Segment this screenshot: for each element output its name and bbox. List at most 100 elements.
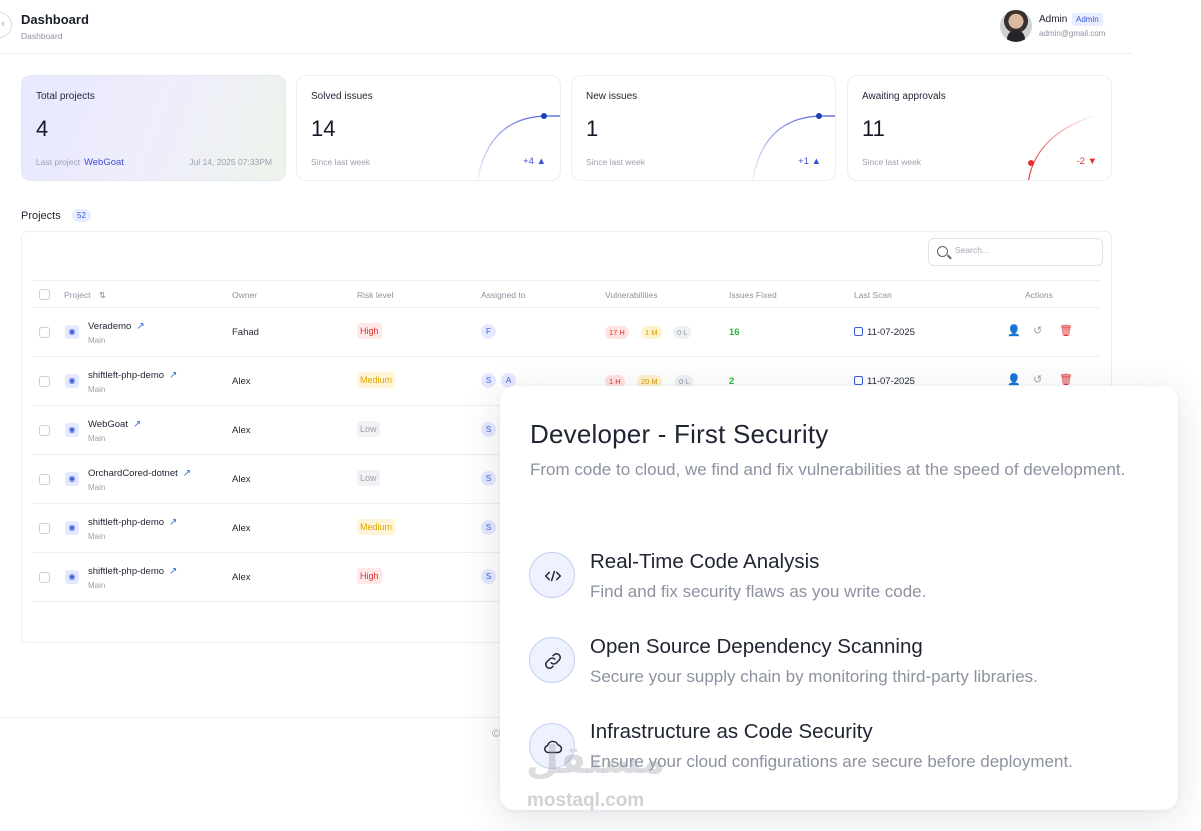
assign-user-icon[interactable]: 👤 bbox=[1007, 324, 1021, 337]
project-name[interactable]: shiftleft-php-demo ↗ bbox=[88, 370, 177, 381]
external-link-icon[interactable]: ↗ bbox=[169, 566, 177, 577]
external-link-icon[interactable]: ↗ bbox=[183, 468, 191, 479]
project-name[interactable]: shiftleft-php-demo ↗ bbox=[88, 566, 177, 577]
assignee-avatar[interactable]: S bbox=[481, 471, 496, 486]
row-checkbox[interactable] bbox=[39, 376, 50, 387]
stat-card-new-issues[interactable]: New issues 1 Since last week +1 ▲ bbox=[571, 75, 836, 181]
sort-icon[interactable]: ⇅ bbox=[99, 290, 106, 300]
project-name-text: WebGoat bbox=[88, 419, 128, 430]
stat-subtext: Since last week bbox=[862, 157, 922, 167]
stat-card-solved-issues[interactable]: Solved issues 14 Since last week +4 ▲ bbox=[296, 75, 561, 181]
project-name[interactable]: WebGoat ↗ bbox=[88, 419, 141, 430]
stat-value: 14 bbox=[311, 116, 336, 141]
github-icon: ◉ bbox=[65, 570, 79, 584]
project-branch: Main bbox=[88, 483, 106, 492]
chevron-left-icon: ‹ bbox=[1, 18, 5, 30]
avatar[interactable] bbox=[1000, 10, 1032, 42]
trend-arc-graphic bbox=[477, 113, 560, 180]
external-link-icon[interactable]: ↗ bbox=[169, 370, 177, 381]
page-title: Dashboard bbox=[21, 12, 89, 27]
risk-badge: High bbox=[357, 568, 382, 584]
risk-badge: Medium bbox=[357, 519, 396, 535]
project-name[interactable]: shiftleft-php-demo ↗ bbox=[88, 517, 177, 528]
stat-card-awaiting-approvals[interactable]: Awaiting approvals 11 Since last week -2… bbox=[847, 75, 1112, 181]
stat-delta-down: -2 ▼ bbox=[1076, 156, 1098, 167]
github-icon: ◉ bbox=[65, 521, 79, 535]
vuln-high-badge: 17 H bbox=[605, 326, 629, 339]
history-icon[interactable]: ↺ bbox=[1033, 373, 1042, 386]
watermark-arabic: مستقل bbox=[526, 738, 665, 782]
project-name-text: shiftleft-php-demo bbox=[88, 517, 165, 528]
search-box[interactable] bbox=[928, 238, 1103, 266]
select-all-checkbox[interactable] bbox=[39, 289, 50, 300]
col-risk: Risk level bbox=[357, 290, 394, 300]
col-project[interactable]: Project ⇅ bbox=[64, 290, 106, 301]
table-header: Project ⇅ Owner Risk level Assigned to V… bbox=[32, 280, 1100, 308]
assignee-avatar[interactable]: S bbox=[481, 569, 496, 584]
sidebar-toggle-button[interactable]: ‹ bbox=[0, 12, 12, 38]
vuln-medium-badge: 1 M bbox=[641, 326, 662, 339]
external-link-icon[interactable]: ↗ bbox=[136, 321, 144, 332]
breadcrumb[interactable]: Dashboard bbox=[21, 31, 63, 41]
col-vulnerabilities: Vulnerabilities bbox=[605, 290, 658, 300]
last-project-label: Last project bbox=[36, 157, 80, 167]
assignee-avatar[interactable]: F bbox=[481, 324, 496, 339]
role-badge: Admin bbox=[1072, 13, 1103, 26]
owner-name: Alex bbox=[232, 572, 251, 583]
stat-delta-up: +4 ▲ bbox=[523, 156, 546, 167]
col-last-scan: Last Scan bbox=[854, 290, 892, 300]
link-icon bbox=[529, 637, 575, 683]
last-project-date: Jul 14, 2025 07:33PM bbox=[189, 157, 272, 167]
stat-value: 1 bbox=[586, 116, 599, 141]
stat-card-total-projects[interactable]: Total projects 4 Last project WebGoat Jul… bbox=[21, 75, 286, 181]
stat-label: Awaiting approvals bbox=[862, 91, 946, 102]
stat-label: Solved issues bbox=[311, 91, 373, 102]
external-link-icon[interactable]: ↗ bbox=[133, 419, 141, 430]
projects-count-badge: 52 bbox=[72, 209, 91, 222]
project-name-text: shiftleft-php-demo bbox=[88, 370, 165, 381]
delete-icon[interactable]: 🗑 bbox=[1059, 324, 1073, 337]
assignee-avatar[interactable]: S bbox=[481, 520, 496, 535]
last-scan-date: 11-07-2025 bbox=[854, 327, 915, 338]
project-name-text: shiftleft-php-demo bbox=[88, 566, 165, 577]
assignee-avatar[interactable]: S bbox=[481, 373, 496, 388]
feature-description: Find and fix security flaws as you write… bbox=[590, 582, 927, 601]
search-icon bbox=[937, 246, 948, 257]
stat-subtext: Since last week bbox=[586, 157, 646, 167]
delete-icon[interactable]: 🗑 bbox=[1059, 373, 1073, 386]
feature-title: Real-Time Code Analysis bbox=[590, 550, 820, 573]
row-checkbox[interactable] bbox=[39, 425, 50, 436]
project-name-text: Verademo bbox=[88, 321, 132, 332]
risk-badge: Low bbox=[357, 421, 380, 437]
assign-user-icon[interactable]: 👤 bbox=[1007, 373, 1021, 386]
project-name[interactable]: Verademo ↗ bbox=[88, 321, 145, 332]
owner-name: Fahad bbox=[232, 327, 259, 338]
row-checkbox[interactable] bbox=[39, 572, 50, 583]
row-checkbox[interactable] bbox=[39, 474, 50, 485]
stat-label: Total projects bbox=[36, 91, 95, 102]
risk-badge: Low bbox=[357, 470, 380, 486]
last-project-info: Last project WebGoat bbox=[36, 157, 124, 168]
row-checkbox[interactable] bbox=[39, 327, 50, 338]
project-branch: Main bbox=[88, 434, 106, 443]
assignee-avatar[interactable]: S bbox=[481, 422, 496, 437]
trend-arc-graphic bbox=[1028, 115, 1094, 180]
project-name[interactable]: OrchardCored-dotnet ↗ bbox=[88, 468, 191, 479]
github-icon: ◉ bbox=[65, 374, 79, 388]
github-icon: ◉ bbox=[65, 423, 79, 437]
history-icon[interactable]: ↺ bbox=[1033, 324, 1042, 337]
search-input[interactable] bbox=[955, 245, 1095, 255]
watermark-latin: mostaql.com bbox=[527, 790, 645, 811]
row-checkbox[interactable] bbox=[39, 523, 50, 534]
table-row[interactable]: ◉ Verademo ↗ Main Fahad High F 17 H 1 M 0… bbox=[32, 308, 1100, 357]
feature-description: Secure your supply chain by monitoring t… bbox=[590, 667, 1038, 686]
owner-name: Alex bbox=[232, 425, 251, 436]
last-project-link[interactable]: WebGoat bbox=[84, 157, 124, 168]
stat-subtext: Since last week bbox=[311, 157, 371, 167]
external-link-icon[interactable]: ↗ bbox=[169, 517, 177, 528]
col-issues-fixed: Issues Fixed bbox=[729, 290, 777, 300]
project-branch: Main bbox=[88, 336, 106, 345]
project-branch: Main bbox=[88, 385, 106, 394]
overlay-title: Developer - First Security bbox=[530, 419, 829, 449]
owner-name: Alex bbox=[232, 523, 251, 534]
